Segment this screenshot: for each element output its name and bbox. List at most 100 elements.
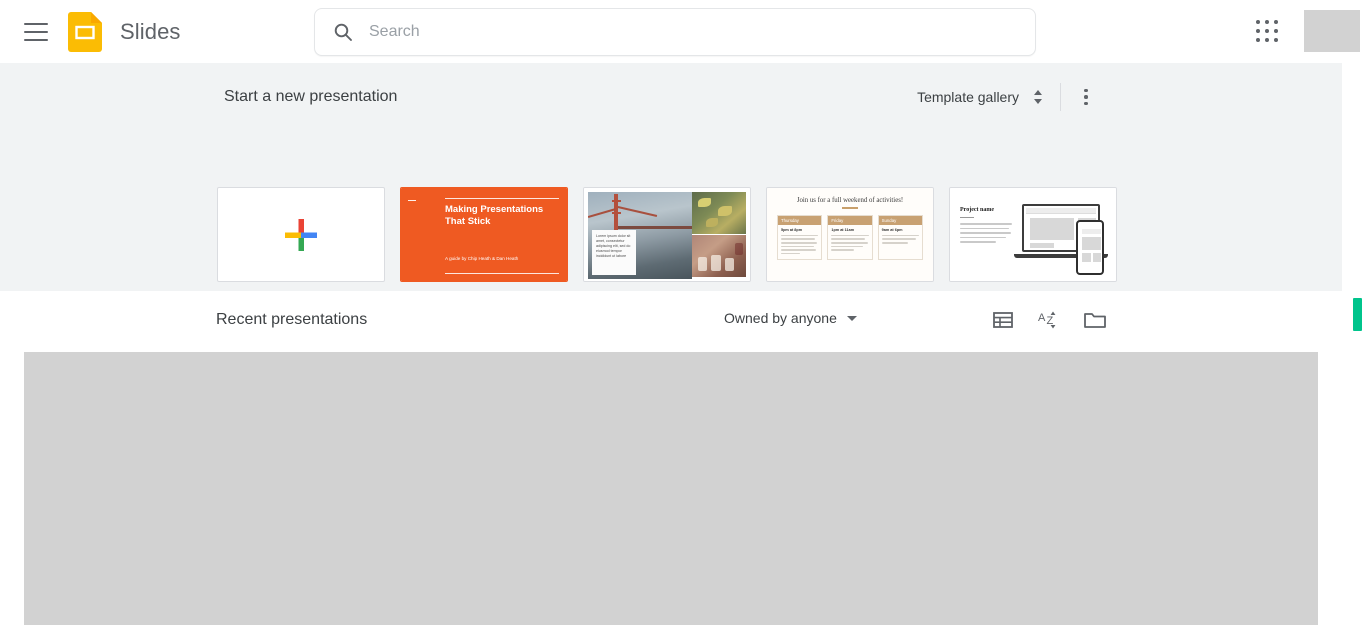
- scrollbar-thumb[interactable]: [1353, 298, 1362, 331]
- browser-bar: [1026, 208, 1096, 214]
- column-time: 1pm at 11am: [831, 228, 855, 233]
- wine-glass-blob: [735, 243, 743, 255]
- content-block: [1081, 253, 1091, 262]
- photo-table: [692, 235, 746, 277]
- app-brand[interactable]: Slides: [68, 11, 181, 52]
- text-line: [831, 245, 864, 248]
- bridge-crossbeam-2: [612, 212, 621, 214]
- owner-filter-dropdown[interactable]: Owned by anyone: [724, 310, 857, 326]
- text-line: [960, 227, 1010, 230]
- section-title: Recent presentations: [216, 311, 368, 328]
- template-gallery-label: Template gallery: [917, 89, 1019, 105]
- text-line: [831, 249, 855, 251]
- content-block: [1092, 253, 1101, 262]
- recent-presentations-header: Recent presentations Owned by anyone A Z: [0, 291, 1342, 352]
- template-gallery-button[interactable]: Template gallery: [917, 87, 1045, 107]
- view-controls: A Z: [990, 307, 1108, 333]
- slide-body-text: [960, 223, 1012, 246]
- schedule-columns: Thursday 5pm at 8pm Friday 1pm at 11am S…: [775, 214, 925, 261]
- text-line: [881, 234, 919, 237]
- content-block: [1081, 229, 1101, 234]
- new-presentation-section: Start a new presentation Template galler…: [0, 63, 1342, 334]
- photo-leaves: [692, 192, 746, 234]
- column-time: 5pm at 8pm: [781, 228, 803, 233]
- text-line: [960, 236, 1006, 239]
- cup-blob: [711, 255, 721, 271]
- column-body: 9am at 6pm: [879, 225, 922, 248]
- text-line: [831, 242, 868, 244]
- page-scrollbar[interactable]: [1350, 63, 1366, 625]
- content-block: [1030, 243, 1054, 248]
- slide-dash: [408, 200, 416, 201]
- cup-blob: [698, 257, 707, 271]
- template-section-actions: Template gallery: [917, 83, 1096, 111]
- section-title: Start a new presentation: [224, 88, 398, 105]
- template-thumbnail: Lorem ipsum dolor sit amet, consectetur …: [583, 187, 751, 282]
- template-thumbnail: [217, 187, 385, 282]
- schedule-column: Thursday 5pm at 8pm: [777, 214, 823, 261]
- phone-screen: [1079, 227, 1101, 268]
- google-apps-grid-icon[interactable]: [1256, 20, 1280, 44]
- app-title: Slides: [120, 18, 181, 44]
- template-thumbnail: Project name: [949, 187, 1117, 282]
- phone-mockup: [1076, 220, 1104, 275]
- sort-az-icon[interactable]: A Z: [1036, 307, 1062, 333]
- column-body: 5pm at 8pm: [778, 225, 821, 259]
- caret-down-icon: [846, 315, 857, 321]
- google-plus-colored-icon: [281, 215, 321, 255]
- hamburger-menu-icon[interactable]: [24, 22, 48, 41]
- owner-filter-label: Owned by anyone: [724, 310, 837, 326]
- text-line: [881, 242, 908, 244]
- template-thumbnail: Join us for a full weekend of activities…: [766, 187, 934, 282]
- app-header: Slides: [0, 0, 1366, 63]
- text-line: [960, 241, 997, 243]
- chevron-up-down-icon: [1031, 87, 1045, 107]
- account-avatar[interactable]: [1304, 10, 1360, 52]
- slide-rule-top: [445, 198, 559, 199]
- svg-text:A: A: [1038, 312, 1046, 324]
- slide-preview: Making Presentations That Stick A guide …: [401, 188, 567, 281]
- leaf-blob: [706, 218, 718, 227]
- template-thumbnail: Making Presentations That Stick A guide …: [400, 187, 568, 282]
- slide-preview: Lorem ipsum dolor sit amet, consectetur …: [584, 188, 750, 281]
- text-line: [781, 234, 819, 237]
- text-line: [781, 238, 816, 241]
- column-day: Friday: [828, 215, 872, 226]
- bridge-crossbeam: [612, 200, 621, 202]
- slide-title: Join us for a full weekend of activities…: [796, 197, 904, 204]
- more-vert-icon[interactable]: [1076, 85, 1096, 109]
- text-line: [831, 234, 869, 237]
- schedule-column: Sunday 9am at 6pm: [877, 214, 923, 261]
- new-presentation-header: Start a new presentation Template galler…: [224, 83, 1342, 111]
- toolbar-divider: [1060, 83, 1061, 111]
- google-slides-logo-icon: [68, 11, 102, 52]
- schedule-column: Friday 1pm at 11am: [827, 214, 873, 261]
- slide-title: Project name: [960, 207, 995, 213]
- search-icon: [333, 22, 353, 42]
- slide-preview: Project name: [950, 188, 1116, 281]
- search-bar[interactable]: [314, 8, 1036, 56]
- recent-presentations-list: [24, 352, 1318, 625]
- text-line: [781, 252, 800, 255]
- search-input[interactable]: [369, 17, 969, 47]
- text-line: [781, 249, 817, 251]
- text-line: [960, 223, 1012, 225]
- list-view-icon[interactable]: [990, 307, 1016, 333]
- slide-rule: [842, 207, 858, 209]
- leaf-blob: [698, 198, 711, 207]
- content-block: [1081, 237, 1101, 250]
- photo-caption: Lorem ipsum dolor sit amet, consectetur …: [592, 230, 636, 275]
- column-day: Sunday: [878, 215, 922, 226]
- text-line: [960, 232, 1011, 234]
- slide-rule-bottom: [445, 273, 559, 274]
- content-block: [1030, 218, 1074, 240]
- slide-title: Making Presentations That Stick: [445, 204, 544, 227]
- column-day: Thursday: [778, 215, 822, 226]
- leaf-blob: [718, 206, 732, 216]
- bridge-deck: [618, 226, 692, 229]
- open-folder-icon[interactable]: [1082, 307, 1108, 333]
- column-time: 9am at 6pm: [881, 228, 903, 233]
- text-line: [881, 238, 917, 241]
- slide-subtitle: A guide by Chip Heath & Dan Heath: [445, 256, 519, 261]
- slide-rule: [960, 217, 974, 218]
